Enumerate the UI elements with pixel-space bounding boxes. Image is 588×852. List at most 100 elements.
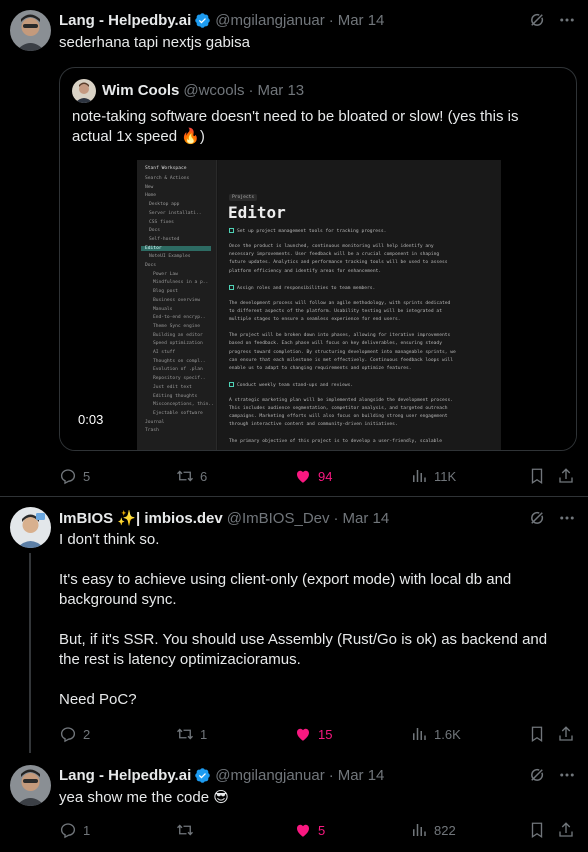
editor-line: The development process will follow an a… (229, 300, 451, 306)
author-handle[interactable]: @ImBIOS_Dev (227, 510, 330, 527)
reply-count: 5 (83, 468, 91, 484)
like-button[interactable]: 15 (294, 724, 332, 744)
app-sidebar-item: Home (145, 193, 157, 199)
repost-button[interactable]: 6 (176, 466, 207, 486)
like-count: 15 (318, 726, 333, 742)
like-button[interactable]: 5 (294, 820, 325, 840)
repost-count: 6 (200, 468, 208, 484)
editor-line: necessary improvements. User feedback wi… (229, 252, 440, 258)
share-icon (559, 468, 573, 483)
app-sidebar: Stanf Workspace Search & Actions New Home D… (137, 160, 217, 450)
share-button[interactable] (557, 466, 581, 486)
grok-icon[interactable] (528, 509, 546, 527)
bookmark-button[interactable] (528, 724, 552, 744)
like-button[interactable]: 94 (294, 466, 332, 486)
editor-line: to different aspects of the platform. Us… (229, 309, 442, 314)
editor-line: enable us to adapt to changing requireme… (229, 365, 412, 371)
reply-icon (60, 727, 76, 743)
video-player[interactable]: Stanf Workspace Search & Actions New Home D… (60, 155, 576, 450)
grok-icon[interactable] (528, 766, 546, 784)
grok-icon[interactable] (528, 11, 546, 29)
author-name[interactable]: ImBIOS ✨| imbios.dev (59, 509, 223, 527)
tweet-1[interactable]: Lang - Helpedby.ai @mgilangjanuar · Mar … (0, 0, 588, 495)
app-sidebar-item: Mindfulness in a p.. (153, 280, 209, 286)
thread-line (29, 553, 31, 753)
reply-button[interactable]: 1 (59, 820, 90, 840)
app-sidebar-item: Editor (141, 245, 211, 251)
share-button[interactable] (557, 724, 581, 744)
reply-icon (60, 823, 76, 839)
app-sidebar-item: Repository specif.. (153, 376, 206, 382)
quoted-author-name: Wim Cools (102, 81, 180, 99)
author-name[interactable]: Lang - Helpedby.ai (59, 12, 191, 29)
author-handle[interactable]: @mgilangjanuar (215, 767, 324, 784)
app-sidebar-item: CSS fixes (149, 219, 174, 225)
avatar[interactable] (10, 10, 51, 51)
tweet-3[interactable]: Lang - Helpedby.ai @mgilangjanuar · Mar … (0, 752, 588, 852)
repost-icon (177, 728, 193, 740)
editor-line: based on feedback. Each phase will focus… (229, 341, 442, 347)
reply-button[interactable]: 2 (59, 724, 90, 744)
tweet-text: yea show me the code 😎 (59, 789, 229, 806)
repost-button[interactable]: 1 (176, 724, 207, 744)
editor-line: progress toward completion. By structuri… (229, 349, 456, 355)
repost-count: 1 (200, 726, 208, 742)
repost-button[interactable] (176, 820, 200, 840)
views-count: 1.6K (434, 726, 461, 742)
editor-line: campaigns. Marketing efforts will also f… (229, 414, 448, 420)
quoted-header: Wim Cools @wcools · Mar 13 (102, 80, 304, 100)
heart-icon (297, 728, 309, 741)
editor-line: platform efficiency and identify areas f… (229, 268, 382, 274)
reply-count: 1 (83, 822, 91, 838)
video-frame: Stanf Workspace Search & Actions New Home D… (137, 160, 501, 450)
tweet-date[interactable]: Mar 14 (338, 12, 385, 29)
tweet-2[interactable]: ImBIOS ✨| imbios.dev @ImBIOS_Dev · Mar 1… (0, 497, 588, 753)
tweet-text: sederhana tapi nextjs gabisa (59, 34, 250, 51)
more-options-icon[interactable] (558, 509, 576, 527)
editor-line: Once the product is launched, continuous… (229, 244, 434, 250)
repost-icon (177, 470, 193, 482)
app-sidebar-item: Manuals (153, 306, 173, 312)
editor-line: Set up project management tools for trac… (229, 228, 491, 235)
app-sidebar-item: Power Law (153, 271, 178, 277)
quoted-tweet[interactable]: Wim Cools @wcools · Mar 13 note-taking s… (59, 67, 577, 451)
views-button[interactable]: 822 (410, 820, 456, 840)
avatar[interactable] (10, 507, 51, 548)
app-sidebar-item: Ejectable software (153, 410, 203, 416)
repost-icon (177, 824, 193, 836)
share-button[interactable] (557, 820, 581, 840)
tweet-date[interactable]: Mar 14 (338, 767, 385, 784)
app-sidebar-item: Business overview (153, 297, 201, 303)
author-name[interactable]: Lang - Helpedby.ai (59, 767, 191, 784)
tweet-date[interactable]: Mar 14 (343, 510, 390, 527)
views-icon (413, 470, 426, 482)
checkbox-icon (229, 228, 234, 233)
checkbox-icon (229, 284, 234, 290)
editor-title: Editor (228, 203, 286, 222)
more-options-icon[interactable] (558, 766, 576, 784)
quoted-avatar (72, 79, 96, 103)
bookmark-button[interactable] (528, 820, 552, 840)
editor-line: The primary objective of this project is… (229, 438, 442, 444)
app-sidebar-item: Search & Actions (145, 176, 190, 181)
video-timestamp: 0:03 (74, 410, 108, 429)
more-options-icon[interactable] (558, 11, 576, 29)
avatar[interactable] (10, 765, 51, 806)
reply-button[interactable]: 5 (59, 466, 90, 486)
like-count: 5 (318, 822, 326, 838)
author-handle[interactable]: @mgilangjanuar (215, 12, 324, 29)
task-text: Conduct weekly team stand-ups and review… (237, 382, 354, 388)
bookmark-button[interactable] (528, 466, 552, 486)
app-sidebar-item: Misconceptions, thin.. (153, 402, 214, 408)
separator-dot: · (328, 11, 334, 29)
views-button[interactable]: 1.6K (410, 724, 461, 744)
app-sidebar-item: Docs (149, 228, 161, 234)
views-button[interactable]: 11K (410, 466, 456, 486)
heart-icon (297, 470, 309, 483)
app-sidebar-item: Journal (145, 419, 165, 425)
views-count: 822 (434, 822, 456, 838)
heart-icon (297, 824, 309, 837)
editor-line: Assign roles and responsibilities to tea… (229, 284, 491, 292)
quoted-author-handle: @wcools (183, 81, 245, 99)
reply-icon (60, 469, 76, 485)
